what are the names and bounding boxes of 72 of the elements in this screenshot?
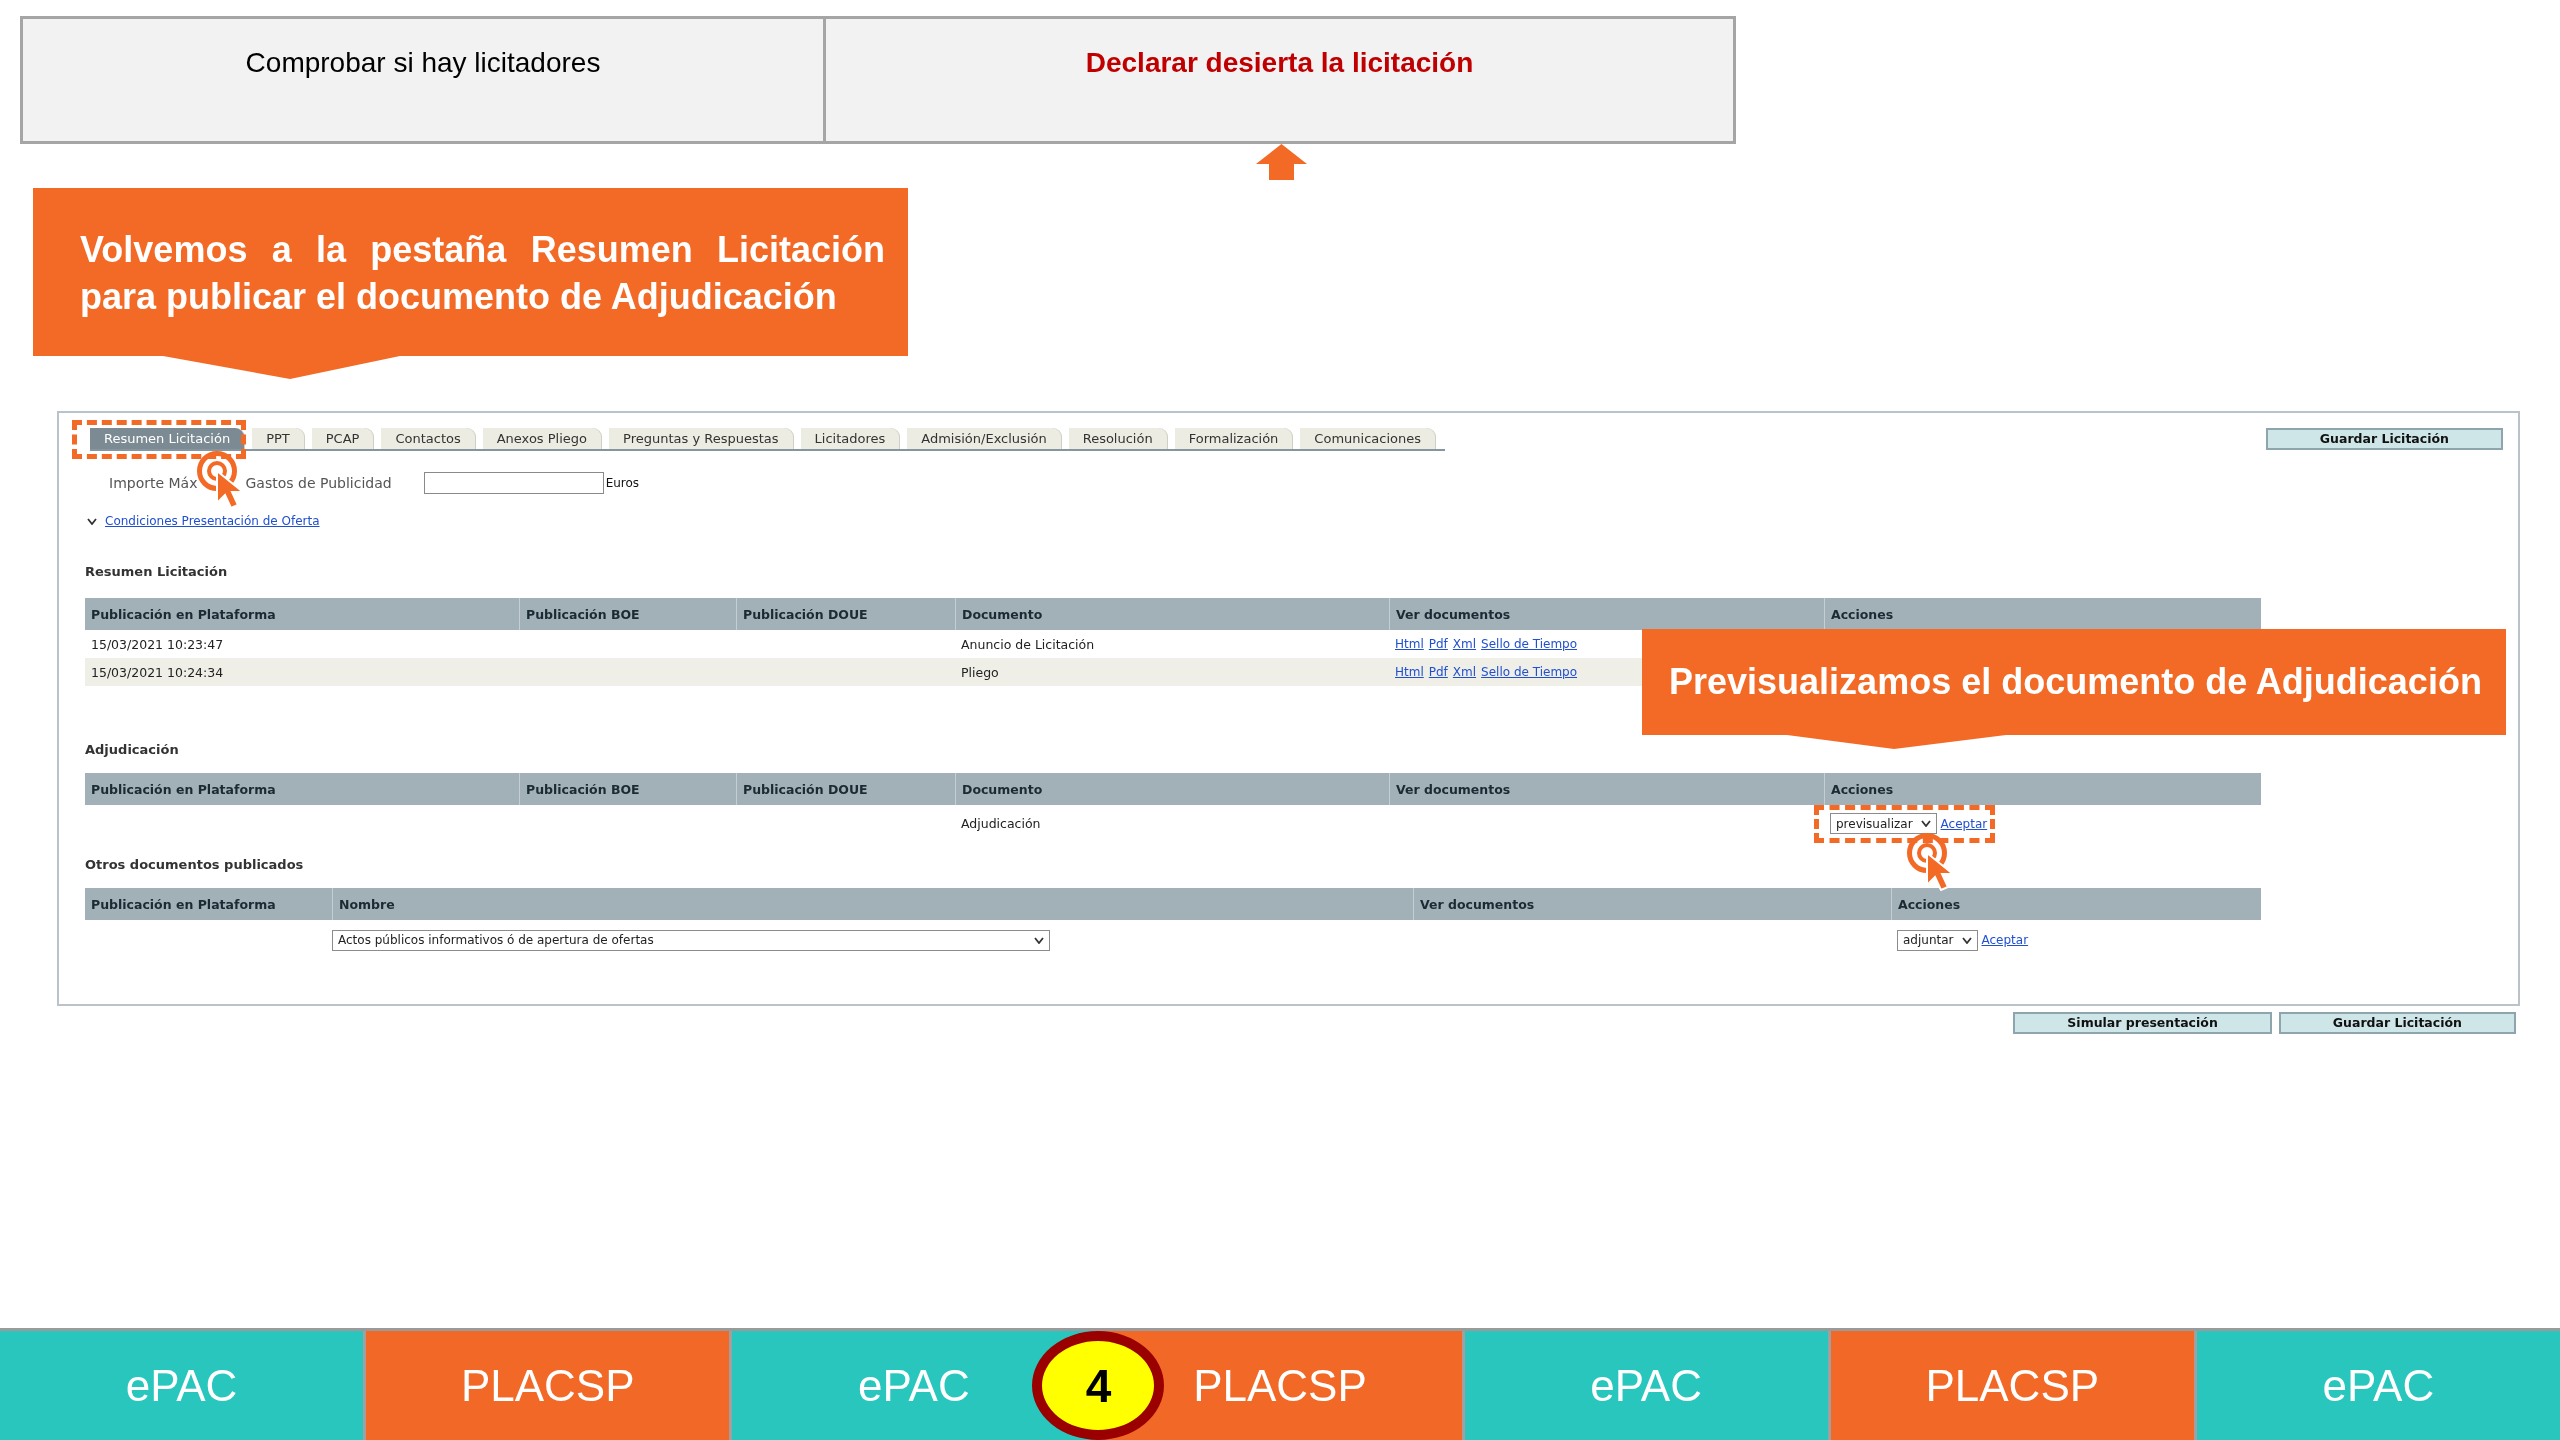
column-header: Publicación en Plataforma bbox=[91, 606, 276, 622]
form-button[interactable]: Simular presentación bbox=[2013, 1012, 2272, 1034]
tab[interactable]: Licitadores bbox=[800, 428, 900, 449]
table-cell: 15/03/2021 10:24:34 bbox=[91, 664, 224, 680]
arrow-up-icon bbox=[1255, 144, 1307, 180]
field-label: Importe Máx bbox=[109, 475, 198, 491]
column-header: Acciones bbox=[1831, 606, 1894, 622]
table-cell: Anuncio de Licitación bbox=[961, 636, 1095, 652]
column-header: Documento bbox=[962, 781, 1043, 797]
segment-label: PLACSP bbox=[460, 1360, 635, 1411]
process-step: Declarar desierta la licitación bbox=[826, 16, 1736, 144]
tab[interactable]: Contactos bbox=[381, 428, 475, 449]
section-title: Resumen Licitación bbox=[85, 563, 228, 581]
tab[interactable]: Resumen Licitación bbox=[90, 428, 245, 449]
chevron-down-icon bbox=[87, 517, 97, 525]
tab[interactable]: Comunicaciones bbox=[1300, 428, 1435, 449]
unit-label: Euros bbox=[605, 476, 640, 490]
document-link[interactable]: Pdf bbox=[1428, 637, 1448, 651]
tab[interactable]: PCAP bbox=[311, 428, 374, 449]
segment-label: ePAC bbox=[125, 1360, 238, 1411]
segment-label: PLACSP bbox=[1925, 1360, 2100, 1411]
chevron-down-icon bbox=[1961, 936, 1972, 944]
tab[interactable]: Anexos Pliego bbox=[482, 428, 602, 449]
column-header: Publicación en Plataforma bbox=[91, 781, 276, 797]
column-header: Ver documentos bbox=[1420, 896, 1535, 912]
chevron-down-icon bbox=[1920, 820, 1931, 827]
document-link[interactable]: Pdf bbox=[1428, 665, 1448, 679]
document-link[interactable]: Html bbox=[1395, 665, 1424, 679]
tab[interactable]: Formalización bbox=[1174, 428, 1293, 449]
document-link[interactable]: Xml bbox=[1452, 637, 1477, 651]
tab[interactable]: PPT bbox=[252, 428, 304, 449]
document-link[interactable]: Xml bbox=[1452, 665, 1477, 679]
column-header: Publicación DOUE bbox=[743, 606, 868, 622]
column-header: Publicación DOUE bbox=[743, 781, 868, 797]
action-dropdown[interactable]: adjuntar bbox=[1897, 929, 1978, 951]
column-header: Documento bbox=[962, 606, 1043, 622]
column-header: Publicación BOE bbox=[526, 781, 640, 797]
column-header: Ver documentos bbox=[1396, 781, 1511, 797]
column-header: Publicación BOE bbox=[526, 606, 640, 622]
tab[interactable]: Admisión/Exclusión bbox=[907, 428, 1061, 449]
tab[interactable]: Resolución bbox=[1068, 428, 1167, 449]
section-title: Adjudicación bbox=[85, 741, 179, 759]
column-header: Publicación en Plataforma bbox=[91, 896, 276, 912]
save-button[interactable]: Guardar Licitación bbox=[2265, 428, 2503, 450]
accept-link[interactable]: Aceptar bbox=[1981, 933, 2029, 947]
chevron-down-icon bbox=[1034, 936, 1044, 944]
table-cell: Adjudicación bbox=[961, 816, 1041, 831]
column-header: Acciones bbox=[1831, 781, 1894, 797]
column-header: Nombre bbox=[339, 896, 395, 912]
preview-callout: Previsualizamos el documento de Adjudicación bbox=[1642, 629, 2506, 749]
column-header: Acciones bbox=[1898, 896, 1961, 912]
action-dropdown[interactable]: previsualizar bbox=[1830, 813, 1937, 834]
accept-link[interactable]: Aceptar bbox=[1940, 816, 1988, 831]
conditions-link[interactable]: Condiciones Presentación de Oferta bbox=[105, 514, 320, 528]
name-dropdown[interactable]: Actos públicos informativos ó de apertura de ofertas bbox=[332, 929, 1050, 951]
column-header: Ver documentos bbox=[1396, 606, 1511, 622]
segment-label: ePAC bbox=[858, 1360, 970, 1411]
table-cell: 15/03/2021 10:23:47 bbox=[91, 636, 224, 652]
segment-label: PLACSP bbox=[1193, 1360, 1367, 1411]
segment-label: ePAC bbox=[1590, 1360, 1702, 1411]
section-title: Otros documentos publicados bbox=[85, 856, 304, 874]
document-link[interactable]: Sello de Tiempo bbox=[1481, 637, 1578, 651]
tab[interactable]: Preguntas y Respuestas bbox=[609, 428, 793, 449]
segment-label: ePAC bbox=[2322, 1360, 2435, 1411]
table-cell: Pliego bbox=[961, 664, 999, 680]
input-field[interactable] bbox=[423, 472, 604, 494]
process-step: Comprobar si hay licitadores bbox=[20, 16, 826, 144]
form-button[interactable]: Guardar Licitación bbox=[2278, 1012, 2516, 1034]
field-label: Gastos de Publicidad bbox=[245, 475, 392, 491]
document-link[interactable]: Html bbox=[1395, 637, 1424, 651]
instruction-callout: Volvemos a la pestaña Resumen Licitación para publicar el documento de Adjudicación bbox=[33, 188, 908, 379]
document-link[interactable]: Sello de Tiempo bbox=[1481, 665, 1578, 679]
